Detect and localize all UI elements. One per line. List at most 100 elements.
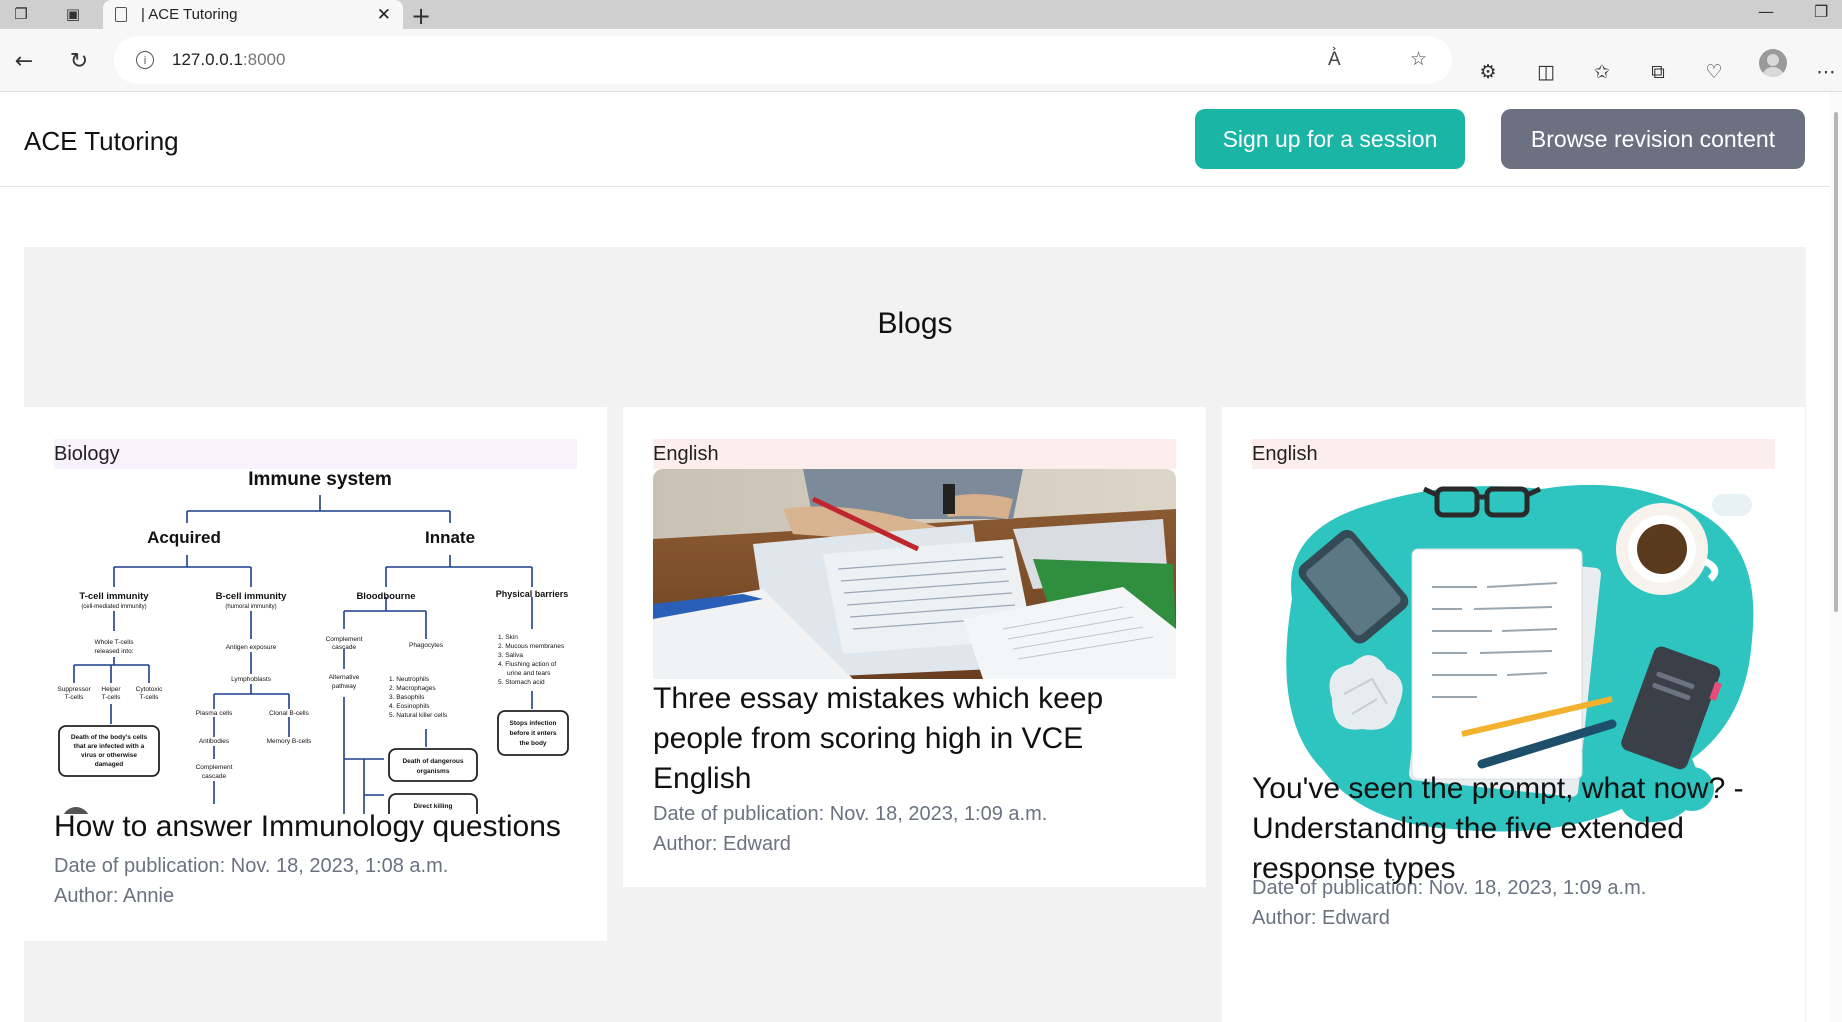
page-document-icon (115, 7, 127, 22)
category-label: Biology (54, 439, 577, 469)
site-info-icon[interactable]: i (136, 51, 154, 69)
svg-text:Helper: Helper (101, 686, 121, 693)
site-header: ACE Tutoring Sign up for a session Brows… (0, 92, 1830, 187)
browse-revision-button[interactable]: Browse revision content (1501, 109, 1805, 169)
svg-text:Complement: Complement (326, 636, 363, 643)
svg-text:Antigen exposure: Antigen exposure (226, 644, 277, 651)
svg-text:cascade: cascade (332, 644, 357, 651)
svg-text:Death of the body's cells: Death of the body's cells (71, 734, 148, 741)
svg-text:4. Eosinophils: 4. Eosinophils (389, 703, 430, 710)
svg-text:pathway: pathway (332, 683, 357, 690)
restore-icon[interactable]: ❐ (1814, 2, 1828, 21)
address-bar[interactable]: i 127.0.0.1:8000 A͐ ☆ (114, 36, 1452, 84)
svg-text:Stops infection: Stops infection (510, 720, 557, 727)
svg-text:Suppressor: Suppressor (57, 686, 91, 693)
reload-icon[interactable]: ↻ (65, 47, 93, 75)
blogs-heading: Blogs (877, 307, 953, 340)
new-tab-icon[interactable]: + (411, 2, 431, 30)
svg-text:cascade: cascade (202, 773, 227, 780)
category-label: English (1252, 439, 1775, 469)
svg-text:Acquired: Acquired (147, 528, 221, 547)
svg-text:(humoral immunity): (humoral immunity) (225, 604, 276, 610)
svg-text:2. Macrophages: 2. Macrophages (389, 685, 436, 692)
svg-text:Alternative: Alternative (329, 674, 360, 681)
brand-logo-text[interactable]: ACE Tutoring (24, 126, 179, 157)
svg-text:Cytotoxic: Cytotoxic (136, 686, 163, 693)
svg-text:Clonal B-cells: Clonal B-cells (269, 710, 309, 717)
page-scrollbar[interactable] (1830, 92, 1842, 1022)
svg-text:2. Mucous membranes: 2. Mucous membranes (498, 643, 565, 650)
svg-text:urine and tears: urine and tears (507, 670, 551, 677)
svg-text:before it enters: before it enters (510, 730, 557, 737)
immune-system-diagram: Immune system Acquired Innate T-cell imm… (54, 469, 577, 814)
web-page: ACE Tutoring Sign up for a session Brows… (0, 92, 1830, 1022)
svg-text:Whole T-cells: Whole T-cells (95, 639, 135, 646)
split-screen-icon[interactable]: ◫ (1532, 58, 1560, 86)
tab-title: | ACE Tutoring (141, 6, 238, 23)
blog-title-link[interactable]: How to answer Immunology questions (54, 807, 584, 847)
publication-date: Date of publication: Nov. 18, 2023, 1:08… (54, 855, 449, 877)
favorites-icon[interactable]: ✩ (1588, 58, 1616, 86)
browser-toolbar: ← ↻ i 127.0.0.1:8000 A͐ ☆ ⚙ ◫ ✩ ⧉ ♡ ⋯ (0, 29, 1842, 92)
svg-text:Phagocytes: Phagocytes (409, 642, 444, 649)
author-name: Author: Annie (54, 885, 175, 907)
svg-text:Physical barriers: Physical barriers (496, 589, 569, 599)
more-menu-icon[interactable]: ⋯ (1812, 58, 1840, 86)
svg-text:Death of dangerous: Death of dangerous (402, 758, 463, 765)
svg-text:3. Saliva: 3. Saliva (498, 652, 523, 659)
blog-card[interactable]: Biology Immune system Acquired Innate T-… (24, 407, 607, 941)
svg-text:that are infected with a: that are infected with a (74, 743, 145, 750)
svg-text:Bloodbourne: Bloodbourne (356, 591, 415, 602)
svg-text:Innate: Innate (425, 528, 475, 547)
blog-card[interactable]: English (1222, 407, 1805, 1022)
profile-avatar[interactable] (1759, 49, 1787, 77)
svg-text:damaged: damaged (95, 761, 124, 768)
svg-text:Lymphoblasts: Lymphoblasts (231, 676, 272, 683)
svg-text:5. Stomach acid: 5. Stomach acid (498, 679, 545, 686)
svg-text:T-cells: T-cells (65, 694, 85, 701)
svg-text:Antibodies: Antibodies (199, 738, 230, 745)
browser-tab[interactable]: | ACE Tutoring ✕ (103, 0, 403, 29)
sign-up-button[interactable]: Sign up for a session (1195, 109, 1465, 169)
author-name: Author: Edward (1252, 907, 1390, 929)
close-tab-icon[interactable]: ✕ (377, 5, 391, 25)
category-label: English (653, 439, 1176, 469)
url-text: 127.0.0.1:8000 (172, 50, 286, 69)
back-arrow-icon[interactable]: ← (10, 47, 38, 75)
favorite-star-icon[interactable]: ☆ (1410, 48, 1427, 70)
blog-title-link[interactable]: Three essay mistakes which keep people f… (653, 679, 1183, 799)
svg-text:Plasma cells: Plasma cells (196, 710, 233, 717)
browser-tab-bar: ❐ ▣ | ACE Tutoring ✕ + — ❐ (0, 0, 1842, 30)
svg-text:1. Neutrophils: 1. Neutrophils (389, 676, 430, 683)
scrollbar-thumb[interactable] (1834, 112, 1838, 612)
publication-date: Date of publication: Nov. 18, 2023, 1:09… (653, 803, 1048, 825)
svg-text:B-cell immunity: B-cell immunity (216, 591, 287, 602)
svg-text:Memory B-cells: Memory B-cells (267, 738, 313, 745)
blog-card[interactable]: English (623, 407, 1206, 887)
svg-text:organisms: organisms (417, 768, 450, 775)
browser-essentials-icon[interactable]: ♡ (1700, 58, 1728, 86)
workspaces-icon[interactable]: ❐ (10, 4, 32, 24)
svg-text:virus or otherwise: virus or otherwise (81, 752, 137, 759)
vertical-tabs-icon[interactable]: ▣ (62, 4, 84, 24)
svg-text:(cell-mediated immunity): (cell-mediated immunity) (81, 604, 146, 610)
minimize-icon[interactable]: — (1758, 2, 1774, 21)
svg-text:4. Flushing action of: 4. Flushing action of (498, 661, 556, 668)
blog-title-link[interactable]: You've seen the prompt, what now? - Unde… (1252, 769, 1782, 889)
publication-date: Date of publication: Nov. 18, 2023, 1:09… (1252, 877, 1647, 899)
svg-text:the body: the body (519, 740, 546, 747)
author-name: Author: Edward (653, 833, 791, 855)
svg-text:5. Natural killer cells: 5. Natural killer cells (389, 712, 448, 719)
blogs-section: Blogs Biology Immune system Acquired Inn… (24, 247, 1806, 1022)
svg-text:released into:: released into: (94, 648, 133, 655)
svg-text:1. Skin: 1. Skin (498, 634, 518, 641)
collections-icon[interactable]: ⧉ (1644, 58, 1672, 86)
svg-text:T-cells: T-cells (102, 694, 122, 701)
essay-writing-photo (653, 469, 1176, 679)
read-aloud-icon[interactable]: A͐ (1328, 48, 1341, 71)
extensions-icon[interactable]: ⚙ (1474, 58, 1502, 86)
svg-text:Complement: Complement (196, 764, 233, 771)
svg-text:T-cells: T-cells (140, 694, 160, 701)
svg-text:3. Basophils: 3. Basophils (389, 694, 425, 701)
diagram-root-label: Immune system (248, 469, 392, 490)
